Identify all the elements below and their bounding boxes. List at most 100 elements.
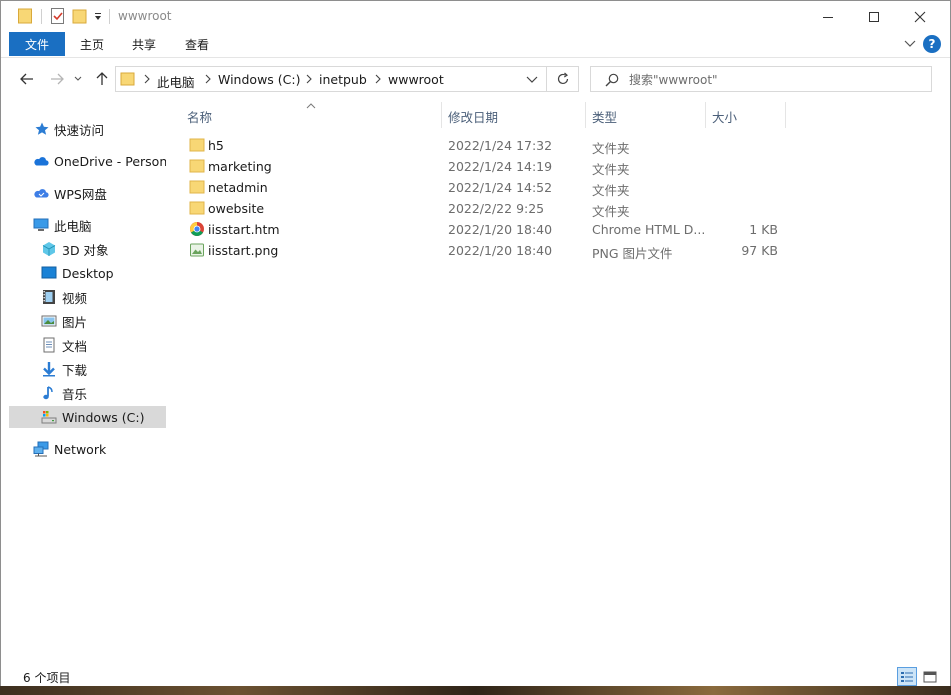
window-title: wwwroot [118, 9, 172, 23]
desktop-icon [41, 265, 57, 281]
breadcrumb-inetpub[interactable]: inetpub [319, 72, 367, 87]
search-input[interactable] [629, 71, 919, 88]
details-view-button[interactable] [897, 667, 917, 686]
file-date: 2022/1/24 14:52 [448, 180, 553, 195]
details-view-icon [901, 671, 913, 682]
sidebar-item-onedrive[interactable]: OneDrive - Persona [9, 150, 166, 172]
sidebar-item-music[interactable]: 音乐 [9, 382, 166, 404]
table-row[interactable]: iisstart.htm 2022/1/20 18:40 Chrome HTML… [183, 219, 783, 240]
column-header-size[interactable]: 大小 [712, 104, 782, 128]
folder-icon [189, 158, 205, 174]
table-row[interactable]: h5 2022/1/24 17:32 文件夹 [183, 135, 783, 156]
address-dropdown-icon[interactable] [526, 74, 538, 84]
pictures-icon [41, 313, 57, 329]
refresh-icon [557, 72, 568, 85]
sidebar-item-quick-access[interactable]: 快速访问 [9, 118, 166, 140]
customize-dropdown-icon[interactable] [93, 7, 103, 25]
chevron-right-icon[interactable] [374, 73, 382, 85]
file-explorer-window: wwwroot 文件 主页 共享 查看 ? 此电脑 Windows (C:) i… [0, 0, 951, 695]
column-header-date[interactable]: 修改日期 [448, 104, 580, 128]
separator [41, 9, 42, 24]
sidebar-item-pictures[interactable]: 图片 [9, 310, 166, 332]
table-row[interactable]: iisstart.png 2022/1/20 18:40 PNG 图片文件 97… [183, 240, 783, 261]
ribbon: 文件 主页 共享 查看 ? [1, 32, 950, 57]
download-icon [41, 361, 57, 377]
sidebar-item-wps[interactable]: WPS网盘 [9, 182, 166, 204]
address-bar[interactable]: 此电脑 Windows (C:) inetpub wwwroot [115, 66, 547, 92]
large-icons-view-button[interactable] [920, 667, 940, 686]
column-divider[interactable] [585, 102, 586, 128]
file-name: marketing [208, 159, 272, 174]
breadcrumb-wwwroot[interactable]: wwwroot [388, 72, 444, 87]
sidebar-item-this-pc[interactable]: 此电脑 [9, 214, 166, 236]
breadcrumb-this-pc[interactable]: 此电脑 [157, 72, 195, 91]
help-icon[interactable]: ? [923, 35, 941, 53]
breadcrumb-windows-c[interactable]: Windows (C:) [218, 72, 300, 87]
sidebar-item-downloads[interactable]: 下载 [9, 358, 166, 380]
file-name: netadmin [208, 180, 268, 195]
close-button[interactable] [897, 1, 943, 32]
up-button[interactable] [92, 69, 112, 89]
ribbon-expand-icon[interactable] [903, 38, 917, 50]
file-date: 2022/1/20 18:40 [448, 243, 553, 258]
tab-file[interactable]: 文件 [9, 32, 65, 56]
tab-view[interactable]: 查看 [172, 32, 222, 56]
search-box[interactable] [590, 66, 932, 92]
sidebar-item-network[interactable]: Network [9, 438, 166, 460]
png-file-icon [189, 242, 205, 258]
large-icons-view-icon [923, 671, 937, 682]
table-row[interactable]: netadmin 2022/1/24 14:52 文件夹 [183, 177, 783, 198]
chevron-right-icon[interactable] [305, 73, 313, 85]
file-type: Chrome HTML D... [592, 222, 704, 237]
star-icon [34, 121, 50, 137]
video-icon [41, 289, 57, 305]
folder-icon [189, 179, 205, 195]
title-bar: wwwroot [1, 1, 950, 32]
file-size: 97 KB [741, 243, 778, 258]
folder-icon [189, 137, 205, 153]
properties-icon[interactable] [50, 7, 66, 25]
file-name: h5 [208, 138, 224, 153]
file-type: 文件夹 [592, 204, 630, 219]
file-date: 2022/2/22 9:25 [448, 201, 545, 216]
documents-icon [41, 337, 57, 353]
column-header-type[interactable]: 类型 [592, 104, 700, 128]
chrome-icon [189, 221, 205, 237]
folder-icon [189, 200, 205, 216]
file-type: 文件夹 [592, 183, 630, 198]
sidebar-item-windows-c[interactable]: Windows (C:) [9, 406, 166, 428]
table-row[interactable]: owebsite 2022/2/22 9:25 文件夹 [183, 198, 783, 219]
tab-home[interactable]: 主页 [67, 32, 117, 56]
tab-share[interactable]: 共享 [119, 32, 169, 56]
sidebar-item-desktop[interactable]: Desktop [9, 262, 166, 284]
refresh-button[interactable] [547, 66, 579, 92]
file-type: 文件夹 [592, 141, 630, 156]
file-size: 1 KB [749, 222, 778, 237]
music-icon [41, 385, 57, 401]
forward-button[interactable] [47, 69, 67, 89]
network-icon [33, 441, 49, 457]
file-date: 2022/1/20 18:40 [448, 222, 553, 237]
column-divider[interactable] [785, 102, 786, 128]
column-header-name[interactable]: 名称 [187, 104, 437, 128]
file-name: owebsite [208, 201, 265, 216]
new-folder-icon[interactable] [72, 7, 88, 25]
maximize-button[interactable] [851, 1, 897, 32]
sidebar-item-documents[interactable]: 文档 [9, 334, 166, 356]
onedrive-cloud-icon [33, 153, 49, 169]
column-divider[interactable] [705, 102, 706, 128]
table-row[interactable]: marketing 2022/1/24 14:19 文件夹 [183, 156, 783, 177]
search-icon [604, 72, 620, 88]
column-divider[interactable] [441, 102, 442, 128]
recent-locations-icon[interactable] [72, 69, 84, 89]
folder-icon [120, 71, 136, 87]
desktop-background [0, 686, 951, 695]
chevron-right-icon[interactable] [143, 73, 151, 85]
chevron-right-icon[interactable] [204, 73, 212, 85]
file-type: 文件夹 [592, 162, 630, 177]
minimize-button[interactable] [805, 1, 851, 32]
sidebar-item-3d-objects[interactable]: 3D 对象 [9, 238, 166, 260]
sidebar-item-videos[interactable]: 视频 [9, 286, 166, 308]
status-item-count: 6 个项目 [23, 671, 71, 685]
back-button[interactable] [17, 69, 37, 89]
